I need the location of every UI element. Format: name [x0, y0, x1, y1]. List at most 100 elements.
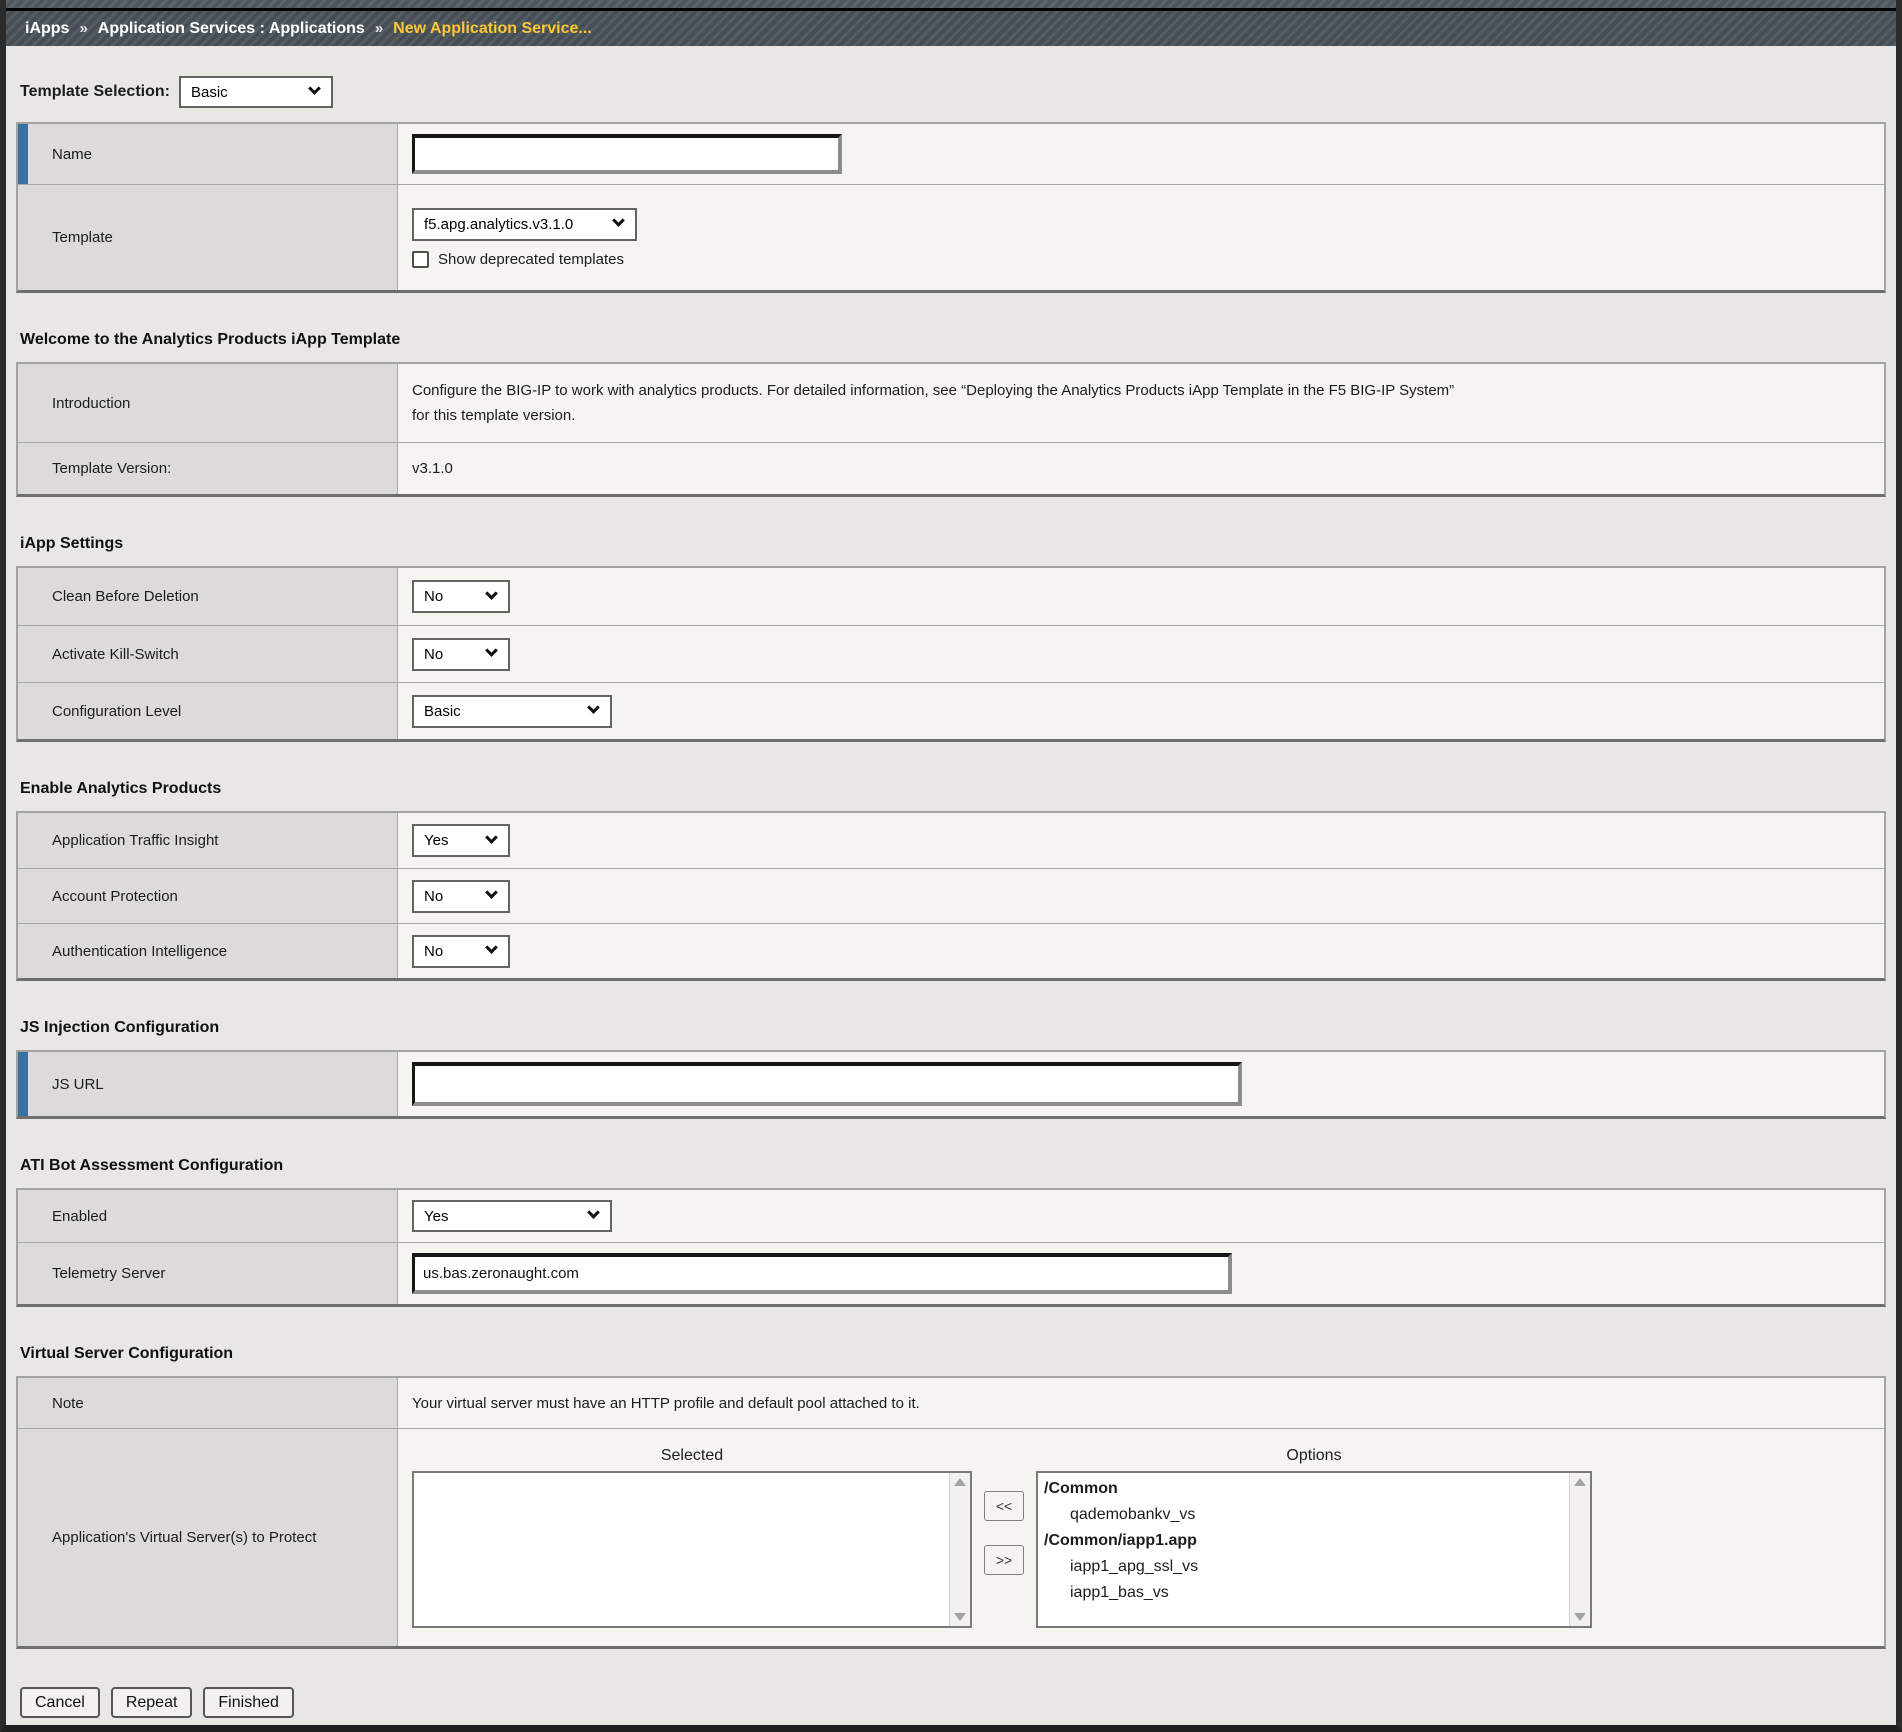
note-value-cell: Your virtual server must have an HTTP pr… — [398, 1378, 1884, 1428]
chevron-down-icon — [485, 587, 498, 600]
application-traffic-insight-select[interactable]: Yes — [412, 824, 510, 857]
selected-header: Selected — [412, 1447, 972, 1471]
scroll-up-icon[interactable] — [954, 1478, 966, 1486]
account-protection-value-cell: No — [398, 869, 1884, 923]
authentication-intelligence-label-cell: Authentication Intelligence — [18, 924, 398, 978]
table-row-name: Name — [18, 124, 1884, 184]
js-url-label: JS URL — [52, 1076, 104, 1093]
activate-kill-switch-label: Activate Kill-Switch — [52, 646, 179, 663]
options-scrollbar[interactable] — [1569, 1473, 1590, 1626]
list-item[interactable]: /Common/iapp1.app — [1038, 1528, 1569, 1554]
enabled-value-cell: Yes — [398, 1190, 1884, 1242]
configuration-level-label: Configuration Level — [52, 703, 181, 720]
virtual-server-table: Note Your virtual server must have an HT… — [16, 1376, 1886, 1649]
template-label: Template — [52, 229, 113, 246]
application-traffic-insight-value: Yes — [424, 832, 448, 849]
options-listbox[interactable]: /Common qademobankv_vs /Common/iapp1.app… — [1036, 1471, 1592, 1628]
selected-list-items — [414, 1473, 949, 1626]
page: iApps » Application Services : Applicati… — [0, 0, 1902, 1732]
authentication-intelligence-label: Authentication Intelligence — [52, 943, 227, 960]
footer-actions: Cancel Repeat Finished — [20, 1687, 1892, 1731]
name-label: Name — [52, 146, 92, 163]
name-template-table: Name Template f5.apg.analytics.v3.1.0 — [16, 122, 1886, 293]
chevron-down-icon — [587, 1206, 600, 1219]
introduction-value-cell: Configure the BIG-IP to work with analyt… — [398, 364, 1884, 442]
telemetry-server-label: Telemetry Server — [52, 1265, 165, 1282]
finished-button[interactable]: Finished — [203, 1687, 293, 1718]
authentication-intelligence-value: No — [424, 943, 443, 960]
telemetry-server-label-cell: Telemetry Server — [18, 1243, 398, 1304]
enabled-select[interactable]: Yes — [412, 1200, 612, 1232]
show-deprecated-checkbox[interactable] — [412, 251, 429, 268]
name-label-cell: Name — [18, 124, 398, 184]
application-traffic-insight-label: Application Traffic Insight — [52, 832, 218, 849]
move-to-options-button[interactable]: >> — [984, 1545, 1024, 1575]
js-url-value-cell — [398, 1052, 1884, 1116]
table-row-template: Template f5.apg.analytics.v3.1.0 Show de… — [18, 184, 1884, 290]
table-row-note: Note Your virtual server must have an HT… — [18, 1378, 1884, 1428]
activate-kill-switch-value-cell: No — [398, 626, 1884, 682]
application-traffic-insight-label-cell: Application Traffic Insight — [18, 813, 398, 868]
telemetry-server-value-cell — [398, 1243, 1884, 1304]
configuration-level-select[interactable]: Basic — [412, 695, 612, 728]
enable-analytics-table: Application Traffic Insight Yes Account … — [16, 811, 1886, 981]
iapp-settings-table: Clean Before Deletion No Activate Kill-S… — [16, 566, 1886, 742]
activate-kill-switch-label-cell: Activate Kill-Switch — [18, 626, 398, 682]
virtual-servers-label: Application's Virtual Server(s) to Prote… — [52, 1529, 316, 1546]
welcome-heading: Welcome to the Analytics Products iApp T… — [20, 331, 1892, 349]
clean-before-deletion-select[interactable]: No — [412, 580, 510, 613]
template-select-value: f5.apg.analytics.v3.1.0 — [424, 216, 573, 233]
name-value-cell — [398, 124, 1884, 184]
list-item[interactable]: iapp1_bas_vs — [1038, 1580, 1569, 1606]
account-protection-label-cell: Account Protection — [18, 869, 398, 923]
name-input[interactable] — [412, 134, 842, 174]
account-protection-value: No — [424, 888, 443, 905]
chevron-down-icon — [587, 701, 600, 714]
required-indicator-bar — [18, 1052, 28, 1116]
clean-before-deletion-label-cell: Clean Before Deletion — [18, 568, 398, 625]
template-selection-select[interactable]: Basic — [179, 76, 333, 108]
breadcrumb-section[interactable]: Application Services : Applications — [98, 20, 365, 38]
account-protection-select[interactable]: No — [412, 880, 510, 913]
table-row-application-traffic-insight: Application Traffic Insight Yes — [18, 813, 1884, 868]
js-injection-heading: JS Injection Configuration — [20, 1019, 1892, 1037]
table-row-configuration-level: Configuration Level Basic — [18, 682, 1884, 739]
table-row-account-protection: Account Protection No — [18, 868, 1884, 923]
list-item[interactable]: /Common — [1038, 1476, 1569, 1502]
move-to-selected-button[interactable]: << — [984, 1491, 1024, 1521]
selected-listbox[interactable] — [412, 1471, 972, 1628]
breadcrumb-root[interactable]: iApps — [25, 20, 69, 38]
selected-column: Selected — [412, 1447, 972, 1628]
repeat-button[interactable]: Repeat — [111, 1687, 193, 1718]
template-version-label-cell: Template Version: — [18, 443, 398, 494]
selected-scrollbar[interactable] — [949, 1473, 970, 1626]
template-version-label: Template Version: — [52, 460, 171, 477]
js-injection-table: JS URL — [16, 1050, 1886, 1119]
scroll-down-icon[interactable] — [954, 1613, 966, 1621]
list-item[interactable]: iapp1_apg_ssl_vs — [1038, 1554, 1569, 1580]
scroll-down-icon[interactable] — [1574, 1613, 1586, 1621]
iapp-settings-heading: iApp Settings — [20, 535, 1892, 553]
top-strip — [6, 0, 1896, 8]
note-label-cell: Note — [18, 1378, 398, 1428]
chevron-down-icon — [485, 941, 498, 954]
chevron-down-icon — [485, 644, 498, 657]
cancel-button[interactable]: Cancel — [20, 1687, 100, 1718]
enable-analytics-heading: Enable Analytics Products — [20, 780, 1892, 798]
table-row-virtual-servers: Application's Virtual Server(s) to Prote… — [18, 1428, 1884, 1646]
list-item[interactable]: qademobankv_vs — [1038, 1502, 1569, 1528]
ati-bot-heading: ATI Bot Assessment Configuration — [20, 1157, 1892, 1175]
activate-kill-switch-select[interactable]: No — [412, 638, 510, 671]
enabled-value: Yes — [424, 1208, 448, 1225]
chevron-down-icon — [485, 831, 498, 844]
authentication-intelligence-select[interactable]: No — [412, 935, 510, 968]
move-buttons-column: << >> — [984, 1447, 1024, 1628]
js-url-input[interactable] — [412, 1062, 1242, 1106]
template-select[interactable]: f5.apg.analytics.v3.1.0 — [412, 208, 637, 241]
telemetry-server-input[interactable] — [412, 1253, 1232, 1294]
chevron-down-icon — [612, 214, 625, 227]
scroll-up-icon[interactable] — [1574, 1478, 1586, 1486]
ati-bot-table: Enabled Yes Telemetry Server — [16, 1188, 1886, 1307]
breadcrumb-separator-icon: » — [375, 20, 383, 37]
breadcrumb-separator-icon: » — [79, 20, 87, 37]
